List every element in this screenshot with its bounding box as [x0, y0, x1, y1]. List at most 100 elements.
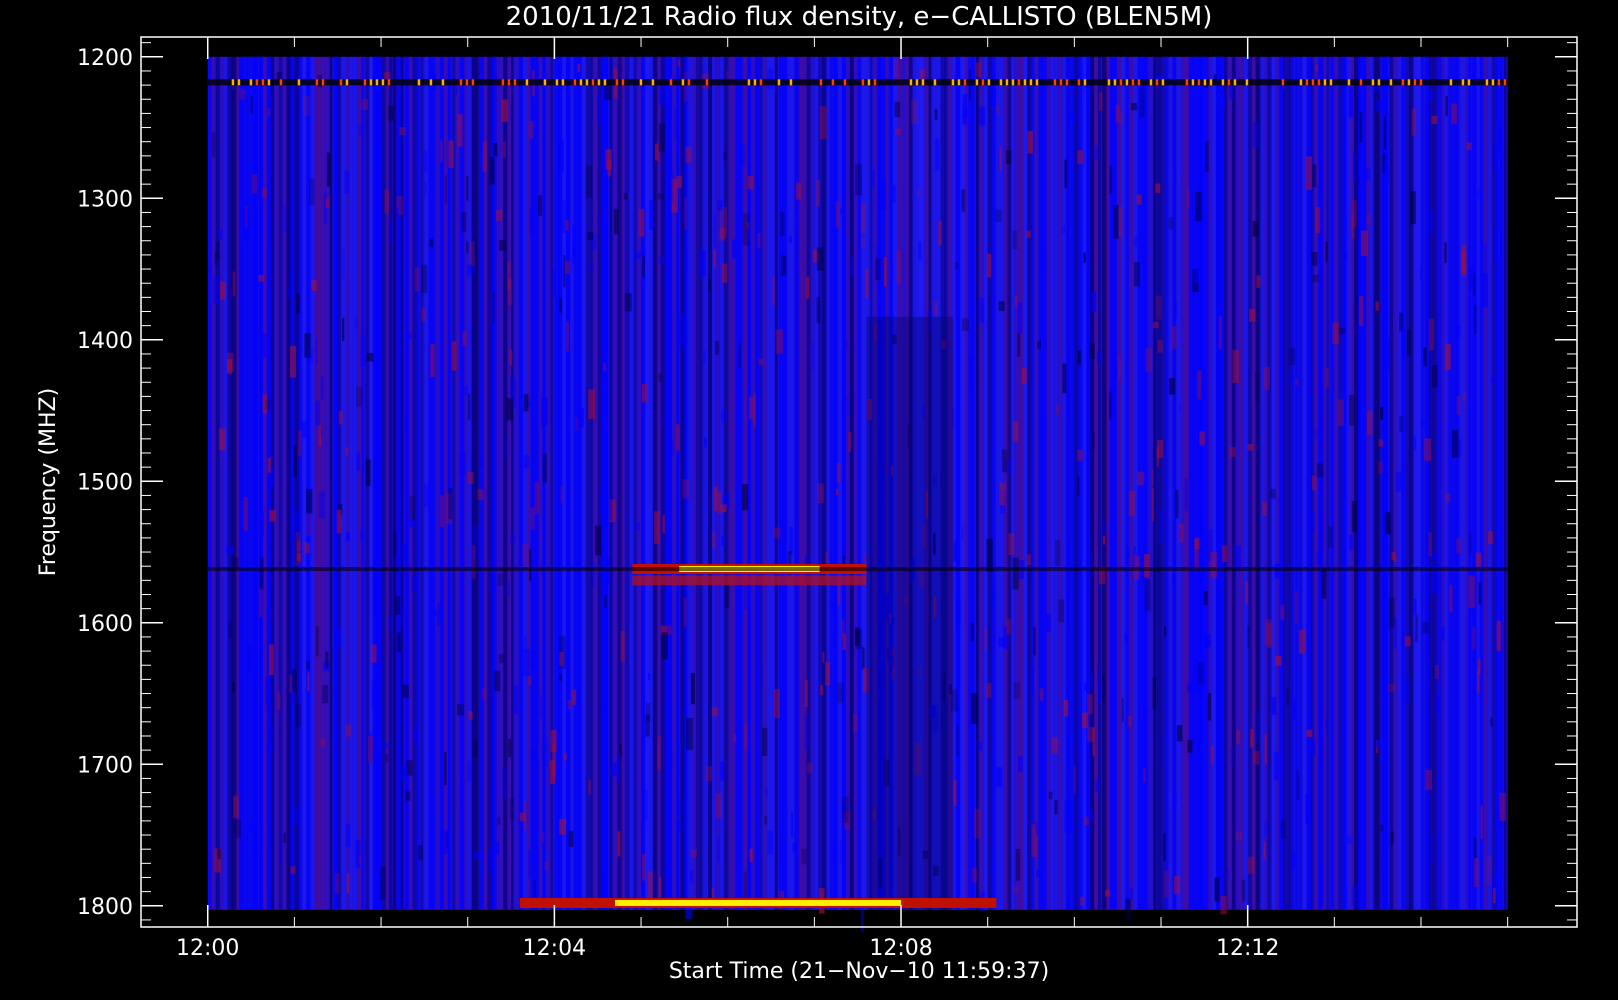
heatmap-cell [713, 486, 718, 512]
heatmap-cell [1089, 809, 1093, 822]
heatmap-cell [1264, 734, 1268, 765]
heatmap-cell [366, 353, 374, 362]
heatmap-column [1235, 56, 1241, 910]
heatmap-cell [293, 808, 299, 826]
heatmap-cell [676, 798, 683, 815]
feature-line-dash [1467, 79, 1471, 86]
heatmap-cell [1197, 662, 1205, 685]
heatmap-column [1283, 56, 1287, 910]
heatmap-cell [1017, 333, 1021, 357]
heatmap-column [979, 56, 983, 910]
heatmap-column [692, 56, 697, 910]
heatmap-column [810, 56, 814, 910]
feature-line-dash [1227, 79, 1231, 86]
heatmap-cell [1411, 108, 1417, 136]
heatmap-cell [1098, 92, 1103, 111]
heatmap-cell [726, 71, 729, 79]
heatmap-cell [1115, 104, 1120, 123]
heatmap-column [511, 56, 514, 910]
heatmap-column [562, 56, 566, 910]
heatmap-cell [523, 801, 527, 831]
heatmap-cell [807, 763, 813, 774]
heatmap-cell [1121, 698, 1124, 722]
feature-line-dash [1371, 79, 1375, 86]
heatmap-cell [1102, 675, 1105, 702]
heatmap-cell [837, 682, 844, 704]
heatmap-cell [961, 526, 964, 541]
heatmap-cell [1325, 718, 1330, 733]
heatmap-cell [1027, 131, 1033, 154]
heatmap-cell [597, 92, 601, 123]
heatmap-cell [837, 584, 841, 606]
heatmap-cell [232, 271, 236, 296]
heatmap-column [1168, 56, 1172, 910]
feature-line-dash [831, 79, 835, 86]
heatmap-cell [457, 704, 464, 716]
heatmap-cell [831, 602, 835, 614]
heatmap-cell [855, 164, 862, 195]
heatmap-cell [1287, 373, 1293, 385]
heatmap-cell [977, 742, 983, 751]
heatmap-cell [822, 652, 825, 663]
x-axis-label: Start Time (21−Nov−10 11:59:37) [669, 959, 1049, 984]
heatmap-cell [1164, 870, 1169, 898]
heatmap-cell [1404, 636, 1411, 647]
feature-line-dash [1401, 79, 1405, 86]
heatmap-cell [1337, 399, 1344, 426]
heatmap-cell [559, 297, 562, 313]
heatmap-cell [507, 738, 512, 758]
heatmap-cell [776, 329, 783, 354]
heatmap-cell [361, 99, 368, 110]
heatmap-cell [297, 430, 302, 456]
heatmap-cell [780, 211, 785, 237]
heatmap-cell [738, 343, 741, 369]
heatmap-cell [1012, 421, 1019, 442]
heatmap-column [767, 56, 772, 910]
heatmap-cell [389, 219, 393, 245]
heatmap-cell [261, 512, 264, 537]
heatmap-cell [1203, 633, 1211, 647]
heatmap-cell [1486, 856, 1492, 885]
heatmap-cell [325, 197, 330, 208]
heatmap-column [1239, 56, 1243, 910]
heatmap-cell [999, 146, 1002, 171]
y-tick-label: 1400 [77, 329, 133, 354]
heatmap-cell [1306, 729, 1313, 737]
feature-line-dash [267, 79, 271, 86]
heatmap-column [1231, 56, 1236, 910]
heatmap-cell [1111, 362, 1117, 378]
heatmap-cell [571, 689, 577, 706]
feature-band [632, 575, 867, 586]
heatmap-column [778, 56, 784, 910]
heatmap-cell [682, 479, 689, 499]
heatmap-cell [998, 637, 1005, 647]
heatmap-cell [855, 629, 863, 650]
heatmap-column [1011, 56, 1014, 910]
heatmap-cell [402, 544, 408, 561]
heatmap-cell [1156, 446, 1159, 467]
heatmap-column [759, 56, 763, 910]
heatmap-cell [1428, 532, 1432, 557]
heatmap-cell [772, 276, 775, 306]
heatmap-cell [320, 738, 326, 748]
heatmap-cell [409, 496, 416, 521]
y-tick-label: 1500 [77, 470, 133, 495]
heatmap-cell [934, 109, 938, 120]
heatmap-cell [320, 376, 324, 400]
heatmap-cell [429, 238, 433, 247]
heatmap-cell [263, 333, 267, 359]
heatmap-cell [437, 603, 441, 626]
heatmap-cell [499, 240, 507, 251]
heatmap-cell [1358, 296, 1364, 326]
heatmap-cell [749, 848, 753, 862]
heatmap-cell [1374, 86, 1381, 94]
heatmap-cell [617, 831, 621, 857]
heatmap-cell [1093, 145, 1099, 161]
heatmap-cell [911, 99, 918, 124]
heatmap-cell [1475, 552, 1482, 567]
heatmap-cell [1051, 737, 1059, 754]
heatmap-cell [1151, 469, 1154, 486]
heatmap-cell [1125, 898, 1131, 922]
feature-line-dash [873, 79, 877, 86]
heatmap-column [1212, 56, 1216, 910]
